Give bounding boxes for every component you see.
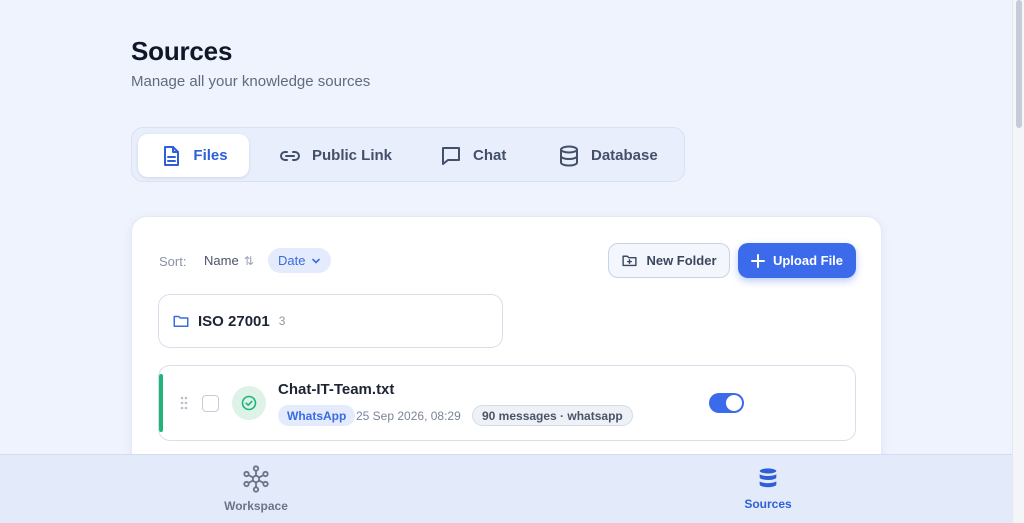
upload-file-button[interactable]: Upload File <box>738 243 856 278</box>
bottom-navigation: Workspace Sources <box>0 454 1012 523</box>
folder-plus-icon <box>622 255 638 267</box>
sort-by-name-button[interactable]: Name ⇅ <box>204 253 254 268</box>
nav-label: Workspace <box>224 499 288 513</box>
tab-label: Database <box>591 147 658 164</box>
nav-label: Sources <box>744 497 792 511</box>
nav-workspace[interactable]: Workspace <box>196 465 316 513</box>
new-folder-button[interactable]: New Folder <box>608 243 730 278</box>
database-icon <box>757 466 779 489</box>
upload-file-label: Upload File <box>772 253 844 268</box>
tab-chat[interactable]: Chat <box>425 134 520 177</box>
source-badge: WhatsApp <box>278 405 356 426</box>
toggle-knob <box>726 395 742 411</box>
sort-date-label: Date <box>278 253 306 268</box>
tab-database[interactable]: Database <box>543 134 672 177</box>
status-accent-bar <box>159 374 163 432</box>
status-indicator <box>232 386 266 420</box>
tab-label: Files <box>193 147 228 164</box>
page-title: Sources <box>131 36 233 66</box>
new-folder-label: New Folder <box>646 253 717 268</box>
check-circle-icon <box>241 395 257 411</box>
folder-item[interactable]: ISO 27001 3 <box>158 294 503 348</box>
folder-item-count: 3 <box>278 314 286 328</box>
chevron-down-icon <box>312 258 321 264</box>
file-enabled-toggle[interactable] <box>709 393 744 413</box>
sort-arrows-icon: ⇅ <box>243 253 254 268</box>
folder-icon <box>173 315 189 327</box>
tab-label: Public Link <box>312 147 393 164</box>
scrollbar-thumb[interactable] <box>1016 0 1022 128</box>
file-date: 25 Sep 2026, 08:29 <box>356 409 461 423</box>
file-item[interactable]: Chat-IT-Team.txt WhatsApp 25 Sep 2026, 0… <box>158 365 856 441</box>
link-icon <box>280 150 300 161</box>
tab-files[interactable]: Files <box>138 134 249 177</box>
source-type-tabs: Files Public Link Chat Database <box>131 127 685 182</box>
file-icon <box>164 145 180 166</box>
files-panel: Sort: Name ⇅ Date New Folder Upload File… <box>131 216 882 476</box>
chat-icon <box>442 146 460 165</box>
page-subtitle: Manage all your knowledge sources <box>131 73 371 90</box>
workspace-icon <box>243 465 269 493</box>
page-scrollbar[interactable] <box>1012 0 1024 523</box>
tab-public-link[interactable]: Public Link <box>264 134 406 177</box>
database-icon <box>560 145 578 167</box>
sort-label: Sort: <box>159 254 187 269</box>
file-meta-badge: 90 messages · whatsapp <box>472 405 633 426</box>
plus-icon <box>750 253 765 268</box>
nav-sources[interactable]: Sources <box>708 465 828 511</box>
sort-by-date-button[interactable]: Date <box>268 248 332 273</box>
file-select-checkbox[interactable] <box>202 395 219 412</box>
drag-handle-icon[interactable] <box>180 396 188 410</box>
folder-name: ISO 27001 <box>198 312 270 330</box>
tab-label: Chat <box>473 147 507 164</box>
file-name: Chat-IT-Team.txt <box>278 381 395 398</box>
sort-name-label: Name <box>204 253 239 268</box>
